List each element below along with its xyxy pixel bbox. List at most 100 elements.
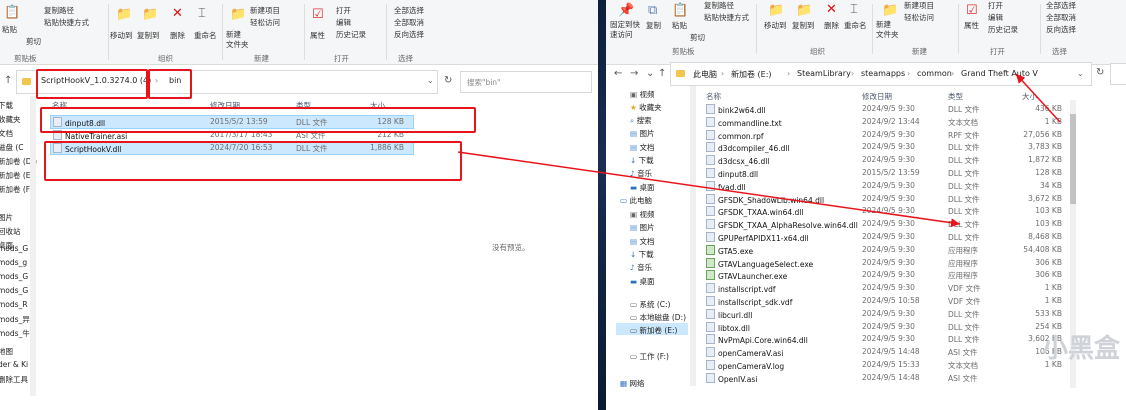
sidebar-item-search[interactable]: ⌕ 搜索 — [630, 115, 652, 126]
move-to-button[interactable]: 移动到 — [110, 30, 133, 42]
history-button[interactable]: 历史记录 — [336, 29, 366, 41]
right-search-box[interactable] — [1110, 63, 1126, 85]
file-name[interactable]: libtox.dll — [706, 321, 750, 333]
easy-access-button[interactable]: 轻松访问 — [250, 17, 280, 29]
sidebar-item[interactable]: mods_G — [0, 272, 28, 281]
sidebar-item-this-pc[interactable]: ▭ 此电脑 — [620, 195, 652, 206]
open-button[interactable]: 打开 — [336, 5, 351, 17]
sidebar-item[interactable]: der & Ki — [0, 360, 28, 369]
copy-to-button[interactable]: 复制到 — [137, 30, 160, 42]
file-name[interactable]: NvPmApi.Core.win64.dll — [706, 334, 808, 345]
forward-arrow-icon[interactable]: → — [630, 68, 638, 79]
pin-quick-access-button[interactable]: 固定到快 速访问 — [610, 20, 640, 40]
file-name[interactable]: GTA5.exe — [706, 244, 753, 256]
sidebar-item-documents[interactable]: ▤ 文档 — [630, 142, 654, 153]
file-name[interactable]: GTAVLauncher.exe — [706, 270, 787, 281]
file-name[interactable]: commandline.txt — [706, 116, 782, 128]
paste-shortcut-button[interactable]: 粘贴快捷方式 — [704, 12, 749, 24]
sidebar-item[interactable]: mods_G — [0, 286, 28, 295]
sidebar-item[interactable]: 地图 — [0, 346, 13, 357]
sidebar-item-downloads[interactable]: ↓ 下载 — [630, 155, 654, 166]
column-header-date[interactable]: 修改日期 — [862, 91, 892, 102]
paste-button[interactable]: 粘贴 — [2, 24, 17, 36]
invert-selection-button[interactable]: 反向选择 — [1046, 24, 1076, 36]
file-name[interactable]: libcurl.dll — [706, 308, 752, 320]
history-button[interactable]: 历史记录 — [988, 24, 1018, 36]
back-arrow-icon[interactable]: ← — [614, 68, 622, 79]
right-sidebar-scrollbar[interactable] — [690, 86, 696, 386]
select-none-button[interactable]: 全部取消 — [1046, 12, 1076, 24]
file-name[interactable]: bink2w64.dll — [706, 104, 766, 115]
new-folder-button[interactable]: 新建 文件夹 — [226, 30, 249, 50]
sidebar-item[interactable]: 图片 — [0, 212, 13, 223]
sidebar-item[interactable]: mods_g — [0, 258, 27, 267]
select-none-button[interactable]: 全部取消 — [394, 17, 424, 29]
sidebar-item-drive-e[interactable]: ▭ 新加卷 (E:) — [630, 325, 678, 336]
file-name[interactable]: openCameraV.asi — [706, 347, 783, 358]
move-to-button[interactable]: 移动到 — [764, 20, 787, 32]
new-item-button[interactable]: 新建项目 — [250, 5, 280, 17]
sidebar-item-documents-2[interactable]: ▤ 文档 — [630, 236, 654, 247]
select-all-button[interactable]: 全部选择 — [394, 5, 424, 17]
properties-button[interactable]: 属性 — [310, 30, 325, 42]
column-header-name[interactable]: 名称 — [706, 91, 721, 102]
sidebar-item-drive-d[interactable]: ▭ 本地磁盘 (D:) — [630, 312, 686, 323]
sidebar-item[interactable]: 磁盘 (C — [0, 142, 24, 153]
refresh-icon[interactable]: ↻ — [444, 75, 452, 86]
file-name[interactable]: GTAVLanguageSelect.exe — [706, 257, 813, 269]
file-name[interactable]: GPUPerfAPIDX11-x64.dll — [706, 232, 809, 243]
copy-to-button[interactable]: 复制到 — [792, 20, 815, 32]
file-name[interactable]: installscript_sdk.vdf — [706, 296, 792, 307]
sidebar-item[interactable]: mods_异 — [0, 314, 30, 325]
sidebar-item[interactable]: mods_G — [0, 244, 28, 253]
sidebar-item-favorites[interactable]: ★ 收藏夹 — [630, 102, 662, 113]
cut-button[interactable]: 剪切 — [690, 32, 705, 44]
sidebar-item-music[interactable]: ♪ 音乐 — [630, 168, 652, 179]
up-arrow-icon[interactable]: ↑ — [4, 75, 12, 86]
copy-button[interactable]: 复制 — [646, 20, 661, 32]
copy-path-button[interactable]: 复制路径 — [704, 0, 734, 12]
sidebar-item-drive-f[interactable]: ▭ 工作 (F:) — [630, 351, 669, 362]
chevron-down-icon[interactable]: ⌄ — [427, 76, 434, 85]
file-name[interactable]: common.rpf — [706, 129, 764, 141]
open-button[interactable]: 打开 — [988, 0, 1003, 12]
new-folder-button[interactable]: 新建 文件夹 — [876, 20, 899, 40]
search-input[interactable]: 搜索"bin" — [467, 77, 501, 88]
sidebar-item-downloads-2[interactable]: ↓ 下载 — [630, 249, 654, 260]
delete-button[interactable]: 删除 — [170, 30, 185, 42]
sidebar-item[interactable]: 文档 — [0, 128, 13, 139]
sidebar-item-videos[interactable]: ▣ 视频 — [630, 89, 654, 100]
sidebar-item-videos-2[interactable]: ▣ 视频 — [630, 209, 654, 220]
column-header-size[interactable]: 大小 — [1022, 91, 1037, 102]
paste-button[interactable]: 粘贴 — [672, 20, 687, 32]
chevron-down-icon[interactable]: ⌄ — [1077, 69, 1084, 78]
file-name[interactable]: installscript.vdf — [706, 283, 776, 294]
sidebar-item-desktop[interactable]: ▬ 桌面 — [630, 182, 654, 193]
breadcrumb-steamapps[interactable]: steamapps — [861, 69, 905, 78]
sidebar-item[interactable]: 收藏夹 — [0, 114, 21, 125]
breadcrumb-drive-e[interactable]: 新加卷 (E:) — [731, 69, 772, 80]
file-name[interactable]: GFSDK_TXAA.win64.dll — [706, 206, 803, 217]
column-header-type[interactable]: 类型 — [948, 91, 963, 102]
file-name[interactable]: d3dcompiler_46.dll — [706, 142, 790, 153]
file-name[interactable]: OpenIV.asi — [706, 372, 757, 384]
sidebar-item[interactable]: 下载 — [0, 100, 13, 111]
edit-button[interactable]: 编辑 — [988, 12, 1003, 24]
refresh-icon[interactable]: ↻ — [1096, 67, 1104, 78]
file-name[interactable]: openCameraV.log — [706, 360, 784, 371]
sidebar-item-pictures[interactable]: ▤ 图片 — [630, 128, 654, 139]
breadcrumb-steamlibrary[interactable]: SteamLibrary — [797, 69, 851, 78]
sidebar-item[interactable]: 删除工具 — [0, 374, 28, 385]
delete-button[interactable]: 删除 — [824, 20, 839, 32]
file-name[interactable]: GFSDK_ShadowLib.win64.dll — [706, 193, 824, 205]
invert-selection-button[interactable]: 反向选择 — [394, 29, 424, 41]
easy-access-button[interactable]: 轻松访问 — [904, 12, 934, 24]
properties-button[interactable]: 属性 — [964, 20, 979, 32]
breadcrumb-this-pc[interactable]: 此电脑 — [693, 69, 717, 80]
file-name[interactable]: dinput8.dll — [706, 168, 758, 179]
scrollbar-thumb[interactable] — [1070, 114, 1076, 204]
cut-button[interactable]: 剪切 — [26, 36, 41, 48]
sidebar-item[interactable]: 回收站 — [0, 226, 21, 237]
sidebar-item-pictures-2[interactable]: ▤ 图片 — [630, 222, 654, 233]
rename-button[interactable]: 重命名 — [844, 20, 867, 32]
